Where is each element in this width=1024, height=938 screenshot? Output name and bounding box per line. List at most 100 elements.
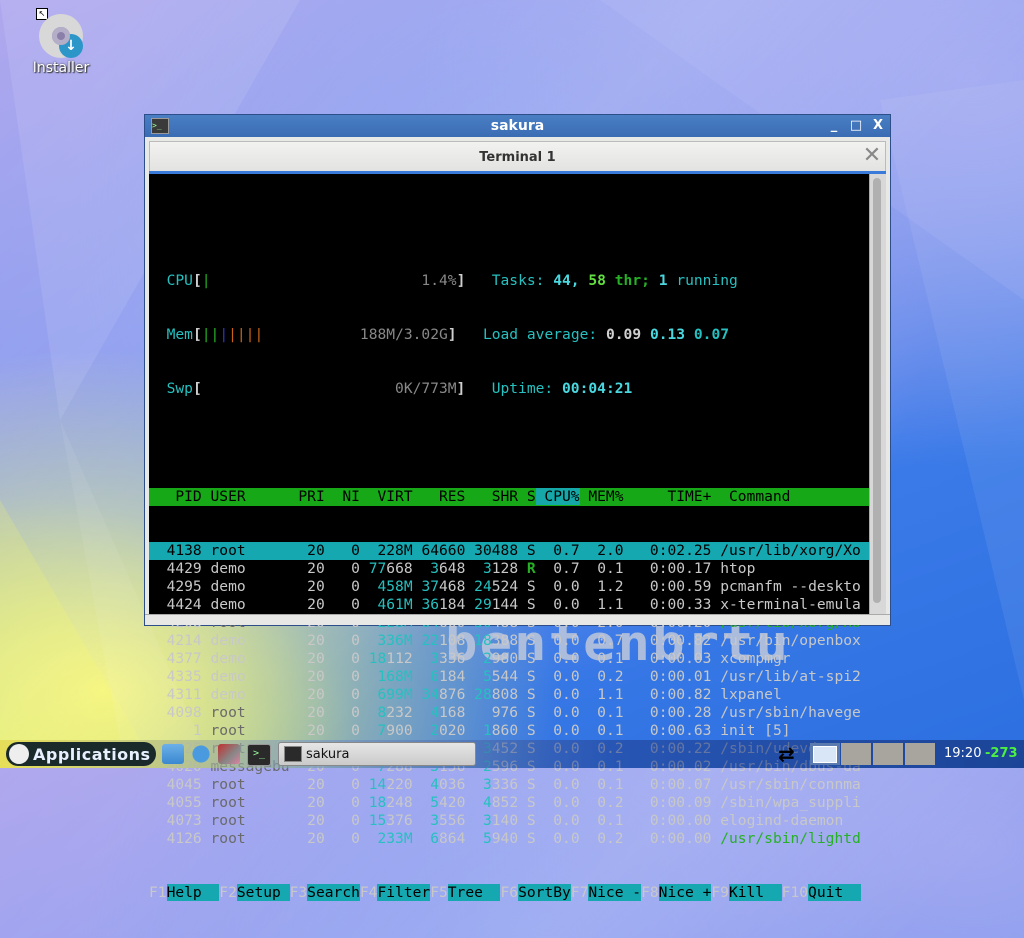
res: 6864 <box>430 830 466 847</box>
nice: 0 <box>324 704 360 721</box>
process-row[interactable]: 4335 demo 20 0 168M 6184 5544 S 0.0 0.2 … <box>149 668 876 686</box>
cpu-percent: 0.0 <box>535 776 580 793</box>
res: 4168 <box>430 704 466 721</box>
process-row[interactable]: 4429 demo 20 0 77668 3648 3128 R 0.7 0.1… <box>149 560 876 578</box>
state: S <box>518 830 536 847</box>
time: 0:00.00 <box>623 830 712 847</box>
fkey-f2[interactable]: F2Setup <box>219 884 290 901</box>
desktop-icon-installer[interactable]: ↖ ↓ Installer <box>28 8 94 76</box>
htop-screen[interactable]: CPU[| 1.4%] Tasks: 44, 58 thr; 1 running… <box>149 182 876 938</box>
tasks-label: Tasks: <box>491 272 545 289</box>
applications-menu-button[interactable]: Applications <box>6 742 156 766</box>
fkey-f7[interactable]: F7Nice - <box>571 884 642 901</box>
column-header-user[interactable]: USER <box>202 488 290 505</box>
web-browser-icon[interactable] <box>190 744 212 764</box>
shr: 3140 <box>482 812 519 829</box>
process-row[interactable]: 4214 demo 20 0 336M 22108 18388 S 0.0 0.… <box>149 632 876 650</box>
res: 4036 <box>430 776 466 793</box>
process-row[interactable]: 4295 demo 20 0 458M 37468 24524 S 0.0 1.… <box>149 578 876 596</box>
fkey-label: Tree <box>447 884 501 901</box>
column-header-command[interactable]: Command <box>711 488 869 505</box>
process-row[interactable]: 4098 root 20 0 8232 4168 976 S 0.0 0.1 0… <box>149 704 876 722</box>
nice: 0 <box>324 542 360 559</box>
taskbar-task-sakura[interactable]: sakura <box>278 742 476 766</box>
column-header-ni[interactable]: NI <box>325 488 360 505</box>
tab-terminal-1[interactable]: Terminal 1 <box>479 150 555 165</box>
column-header-virt[interactable]: VIRT <box>360 488 412 505</box>
process-row[interactable]: 1 root 20 0 7900 2020 1860 S 0.0 0.1 0:0… <box>149 722 876 740</box>
file-manager-icon[interactable] <box>162 744 184 764</box>
workspace-3[interactable] <box>873 743 903 765</box>
command: /usr/lib/xorg/Xo <box>711 542 861 559</box>
terminal-scrollbar[interactable] <box>869 174 886 614</box>
fkey-f9[interactable]: F9Kill <box>711 884 782 901</box>
cpu-meter-label: CPU <box>166 272 193 289</box>
process-row[interactable]: 4138 root 20 0 228M 64660 30488 S 0.7 2.… <box>149 542 876 560</box>
fkey-f3[interactable]: F3Search <box>290 884 360 901</box>
column-header-cpu[interactable]: CPU% <box>535 488 580 505</box>
fkey-f6[interactable]: F6SortBy <box>500 884 571 901</box>
user: root <box>201 794 290 811</box>
scrollbar-thumb[interactable] <box>873 178 881 603</box>
virt: 14220 <box>368 776 413 793</box>
process-row[interactable]: 4073 root 20 0 15376 3556 3140 S 0.0 0.1… <box>149 812 876 830</box>
tab-close-icon[interactable]: ✕ <box>861 145 883 168</box>
taskbar: Applications >_ sakura ⇄ 19:20 -273 <box>0 740 1024 768</box>
priority: 20 <box>289 812 325 829</box>
pid: 4429 <box>149 560 202 577</box>
column-header-res[interactable]: RES <box>413 488 465 505</box>
process-row[interactable]: 4126 root 20 0 233M 6864 5940 S 0.0 0.2 … <box>149 830 876 848</box>
command: pcmanfm --deskto <box>711 578 861 595</box>
workspace-2[interactable] <box>841 743 871 765</box>
shr: 24524 <box>474 578 519 595</box>
process-row[interactable]: 4055 root 20 0 18248 5420 4852 S 0.0 0.2… <box>149 794 876 812</box>
fkey-label: Quit <box>808 884 861 901</box>
pid: 4295 <box>149 578 202 595</box>
window-titlebar[interactable]: >_ sakura _ □ X <box>145 115 890 137</box>
res: 64660 <box>421 542 466 559</box>
workspace-1[interactable] <box>810 743 840 765</box>
res: 3556 <box>430 812 466 829</box>
terminal-area[interactable]: CPU[| 1.4%] Tasks: 44, 58 thr; 1 running… <box>149 171 886 901</box>
column-header-pri[interactable]: PRI <box>290 488 324 505</box>
fkey-label: Filter <box>377 884 431 901</box>
user: root <box>201 776 290 793</box>
fkey-f10[interactable]: F10Quit <box>782 884 861 901</box>
shr: 5940 <box>482 830 519 847</box>
window-bottom-border[interactable] <box>145 614 890 625</box>
maximize-button[interactable]: □ <box>848 117 864 135</box>
fkey-label: Kill <box>728 884 782 901</box>
minimize-button[interactable]: _ <box>826 117 842 135</box>
column-header-mem[interactable]: MEM% <box>580 488 623 505</box>
priority: 20 <box>289 668 325 685</box>
column-header-pid[interactable]: PID <box>149 488 201 505</box>
close-button[interactable]: X <box>870 117 886 135</box>
column-header-time[interactable]: TIME+ <box>624 488 711 505</box>
fkey-f5[interactable]: F5Tree <box>430 884 501 901</box>
clock[interactable]: 19:20 <box>944 746 981 761</box>
process-row[interactable]: 4311 demo 20 0 699M 34876 28808 S 0.0 1.… <box>149 686 876 704</box>
process-row[interactable]: 4424 demo 20 0 461M 36184 29144 S 0.0 1.… <box>149 596 876 614</box>
priority: 20 <box>289 542 325 559</box>
time: 0:00.63 <box>623 722 712 739</box>
terminal-window: >_ sakura _ □ X Terminal 1 ✕ CPU[| 1.4%]… <box>144 114 891 901</box>
network-icon[interactable]: ⇄ <box>778 742 795 766</box>
desktop-icon-label: Installer <box>32 60 90 76</box>
state: S <box>518 686 536 703</box>
column-header-s[interactable]: S <box>518 488 536 505</box>
command: /usr/bin/openbox <box>711 632 861 649</box>
process-row[interactable]: 4045 root 20 0 14220 4036 3336 S 0.0 0.1… <box>149 776 876 794</box>
user: root <box>201 722 290 739</box>
terminal-launcher-icon[interactable]: >_ <box>247 744 271 766</box>
workspace-4[interactable] <box>905 743 935 765</box>
process-table-header[interactable]: PID USER PRI NI VIRT RES SHR S CPU% MEM%… <box>149 488 876 506</box>
cpu-temperature: -273 <box>985 746 1018 761</box>
fkey-f8[interactable]: F8Nice + <box>641 884 712 901</box>
swap-meter-value: 0K/773M <box>395 380 457 397</box>
column-header-shr[interactable]: SHR <box>465 488 518 505</box>
shr: 29144 <box>474 596 519 613</box>
fkey-f4[interactable]: F4Filter <box>360 884 431 901</box>
fkey-f1[interactable]: F1Help <box>149 884 220 901</box>
process-row[interactable]: 4377 demo 20 0 18112 3336 2980 S 0.0 0.1… <box>149 650 876 668</box>
software-installer-icon[interactable] <box>218 744 240 764</box>
